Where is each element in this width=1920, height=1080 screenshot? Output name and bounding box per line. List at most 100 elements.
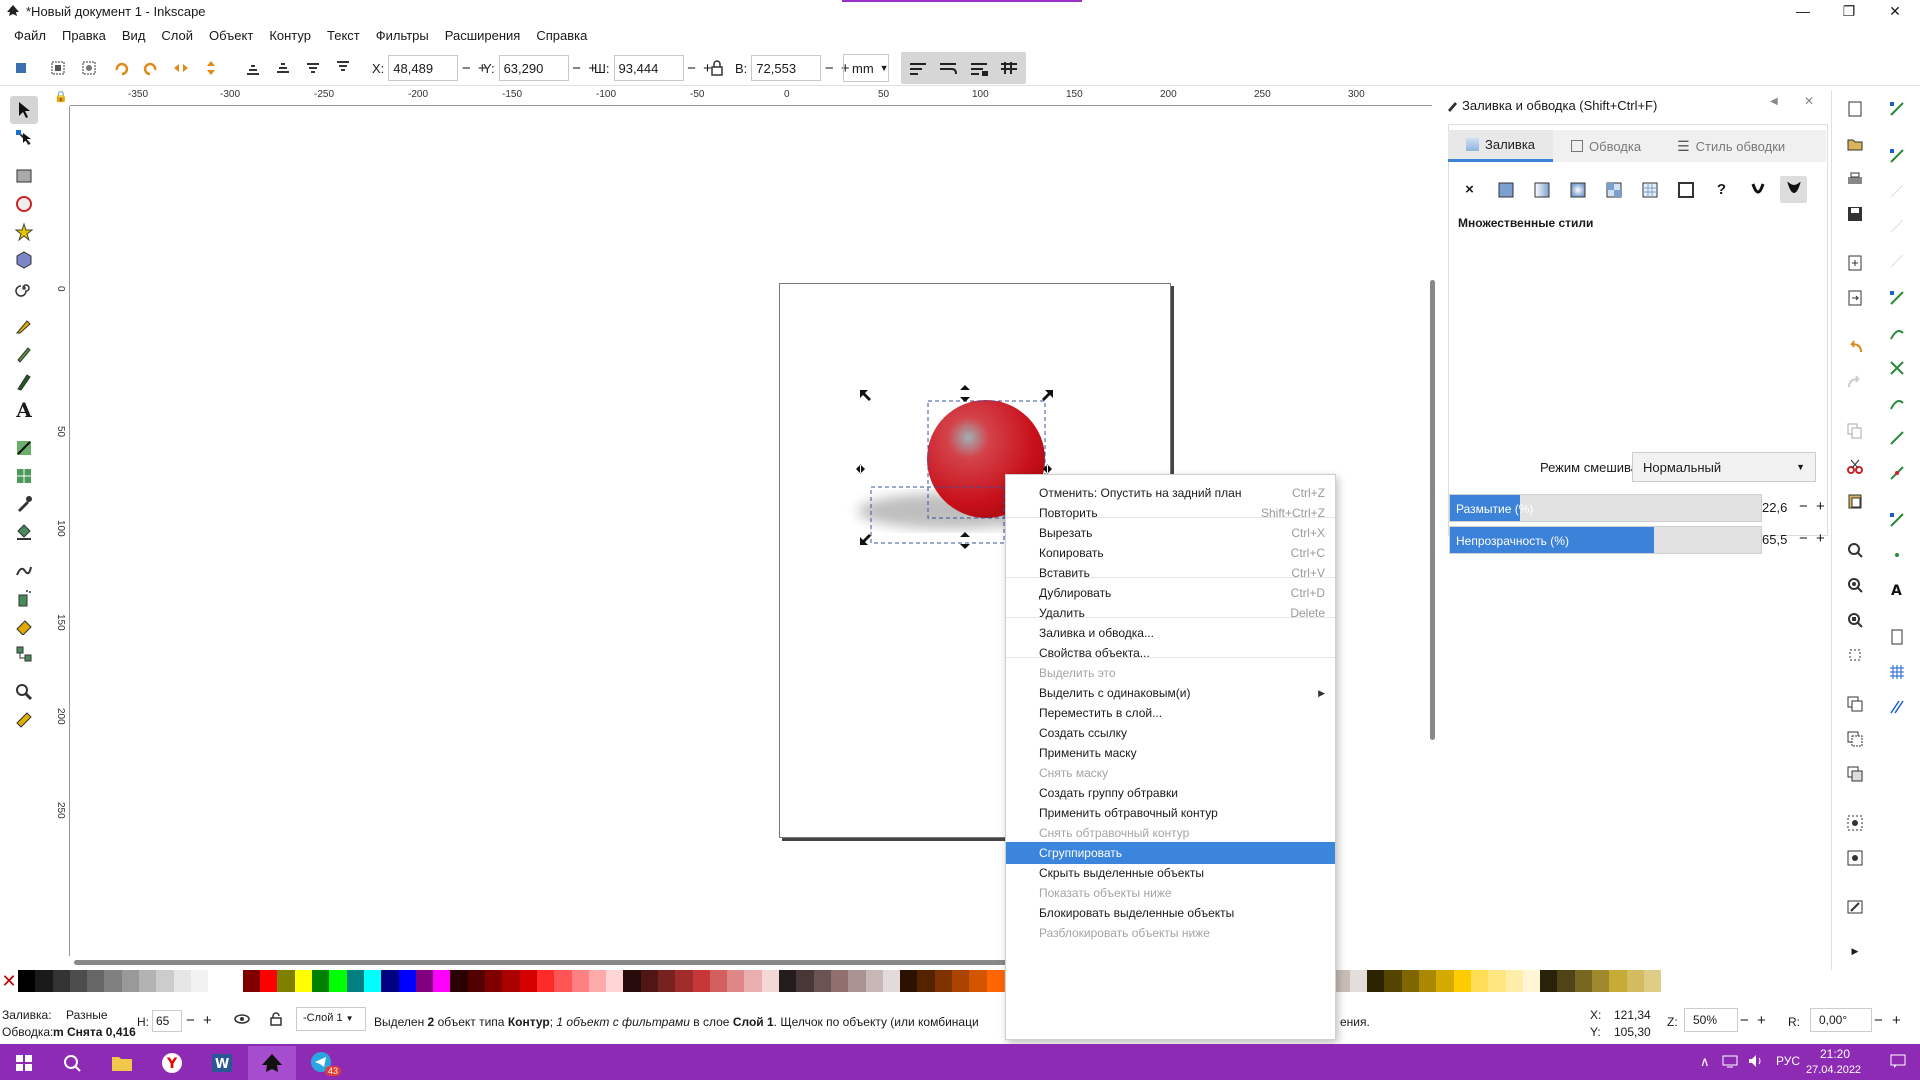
rectangle-tool-icon[interactable] <box>10 162 38 190</box>
color-swatch[interactable] <box>882 970 901 992</box>
linear-gradient-icon[interactable] <box>1528 176 1555 203</box>
color-swatch[interactable] <box>242 970 261 992</box>
color-swatch[interactable] <box>779 970 797 992</box>
search-icon[interactable] <box>48 1046 96 1080</box>
select-all-icon[interactable] <box>10 57 32 79</box>
transform-gradients-toggle[interactable] <box>962 52 996 84</box>
color-swatch[interactable] <box>744 970 762 992</box>
vertical-scrollbar[interactable] <box>1430 280 1435 740</box>
undo-icon[interactable] <box>1844 336 1866 358</box>
word-icon[interactable]: W <box>198 1046 246 1080</box>
copy-icon[interactable] <box>1844 420 1866 442</box>
zoom-increment-button[interactable]: + <box>1757 1012 1766 1029</box>
color-swatch[interactable] <box>727 970 745 992</box>
dialog-minimize-icon[interactable]: ◀ <box>1770 96 1778 107</box>
snap-nodes-icon[interactable] <box>1886 287 1908 309</box>
no-paint-swatch[interactable]: ✕ <box>0 970 18 992</box>
snap-toggle-icon[interactable] <box>1886 98 1908 120</box>
opacity-value[interactable]: 65,5 <box>1762 532 1787 547</box>
fill-rule-nonzero-icon[interactable] <box>1780 176 1807 203</box>
color-swatch[interactable] <box>87 970 105 992</box>
color-swatch[interactable] <box>1540 970 1558 992</box>
stroke-indicator-value[interactable]: m Снята 0,416 <box>53 1025 136 1039</box>
blur-slider[interactable]: Размытие (%) <box>1449 494 1762 522</box>
menu-release-clip[interactable]: Снять обтравочный контур <box>1006 822 1335 844</box>
width-decrement-button[interactable]: − <box>684 60 700 77</box>
close-button[interactable]: ✕ <box>1872 0 1918 22</box>
save-icon[interactable] <box>1844 203 1866 225</box>
menu-unhide-below[interactable]: Показать объекты ниже <box>1006 882 1335 904</box>
color-swatch[interactable] <box>121 970 140 992</box>
color-swatch[interactable] <box>692 970 710 992</box>
y-input[interactable]: 63,290 <box>498 55 569 81</box>
menu-redo[interactable]: Повторить Shift+Ctrl+Z <box>1006 502 1335 524</box>
blur-value[interactable]: 22,6 <box>1762 500 1787 515</box>
color-swatch[interactable] <box>69 970 88 992</box>
raise-to-top-icon[interactable] <box>332 57 354 79</box>
color-swatch[interactable] <box>952 970 970 992</box>
star-tool-icon[interactable] <box>10 218 38 246</box>
x-decrement-button[interactable]: − <box>458 60 474 77</box>
menu-hide-selected[interactable]: Скрыть выделенные объекты <box>1006 862 1335 884</box>
color-swatch[interactable] <box>1453 970 1471 992</box>
redo-icon[interactable] <box>1844 371 1866 393</box>
layer-visibility-icon[interactable] <box>233 1012 251 1029</box>
color-swatch[interactable] <box>433 970 451 992</box>
color-swatch[interactable] <box>536 970 555 992</box>
menu-paste[interactable]: Вставить Ctrl+V <box>1006 562 1335 584</box>
menu-object-properties[interactable]: Свойства объекта... <box>1006 642 1335 664</box>
minimize-button[interactable]: — <box>1780 0 1826 22</box>
print-icon[interactable] <box>1844 168 1866 190</box>
color-swatch[interactable] <box>294 970 313 992</box>
unit-dropdown[interactable]: mm ▼ <box>843 54 889 82</box>
color-swatch[interactable] <box>519 970 537 992</box>
menu-release-mask[interactable]: Снять маску <box>1006 762 1335 784</box>
snap-object-midpoints-icon[interactable] <box>1886 544 1908 566</box>
snap-guides-icon[interactable] <box>1886 696 1908 718</box>
menu-path[interactable]: Контур <box>261 28 319 43</box>
snap-grids-icon[interactable] <box>1886 661 1908 683</box>
layer-lock-icon[interactable] <box>270 1012 282 1029</box>
x-input[interactable]: 48,489 <box>388 55 459 81</box>
color-swatch[interactable] <box>1626 970 1644 992</box>
color-swatch[interactable] <box>312 970 330 992</box>
zoom-page-icon[interactable] <box>1844 609 1866 631</box>
color-swatch[interactable] <box>900 970 918 992</box>
flip-vertical-icon[interactable] <box>200 57 222 79</box>
menu-extensions[interactable]: Расширения <box>437 28 529 43</box>
tab-fill[interactable]: Заливка <box>1448 130 1554 162</box>
more-commands-icon[interactable]: ▶ <box>1844 940 1866 962</box>
lower-icon[interactable] <box>272 57 294 79</box>
maximize-button[interactable]: ❐ <box>1826 0 1872 22</box>
menu-undo[interactable]: Отменить: Опустить на задний план Ctrl+Z <box>1006 482 1335 504</box>
opacity-slider[interactable]: Непрозрачность (%) <box>1449 526 1762 554</box>
ungroup-icon[interactable] <box>1844 847 1866 869</box>
color-swatch[interactable] <box>796 970 814 992</box>
ruler-corner-lock-icon[interactable]: 🔒 <box>54 90 68 104</box>
color-swatch[interactable] <box>917 970 935 992</box>
color-swatch[interactable] <box>104 970 122 992</box>
menu-set-mask[interactable]: Применить маску <box>1006 742 1335 764</box>
snap-intersections-icon[interactable] <box>1886 357 1908 379</box>
hue-decrement-button[interactable]: − <box>186 1012 195 1029</box>
deselect-icon[interactable] <box>78 57 100 79</box>
color-swatch[interactable] <box>830 970 849 992</box>
color-swatch[interactable] <box>190 970 209 992</box>
blur-decrement-button[interactable]: − <box>1799 498 1808 515</box>
cut-icon[interactable] <box>1844 455 1866 477</box>
rotation-increment-button[interactable]: + <box>1892 1012 1901 1029</box>
color-swatch[interactable] <box>588 970 607 992</box>
transform-patterns-toggle[interactable] <box>992 52 1026 84</box>
connector-tool-icon[interactable] <box>10 640 38 668</box>
menu-move-to-layer[interactable]: Переместить в слой... <box>1006 702 1335 724</box>
snap-smooth-nodes-icon[interactable] <box>1886 427 1908 449</box>
menu-create-link[interactable]: Создать ссылку <box>1006 722 1335 744</box>
color-swatch[interactable] <box>675 970 693 992</box>
yandex-browser-icon[interactable]: Y <box>148 1046 196 1080</box>
color-swatch[interactable] <box>225 970 243 992</box>
swatch-icon[interactable] <box>1672 176 1699 203</box>
dialog-close-icon[interactable]: ✕ <box>1804 94 1814 108</box>
color-swatch[interactable] <box>415 970 434 992</box>
color-swatch[interactable] <box>467 970 486 992</box>
color-swatch[interactable] <box>1349 970 1368 992</box>
